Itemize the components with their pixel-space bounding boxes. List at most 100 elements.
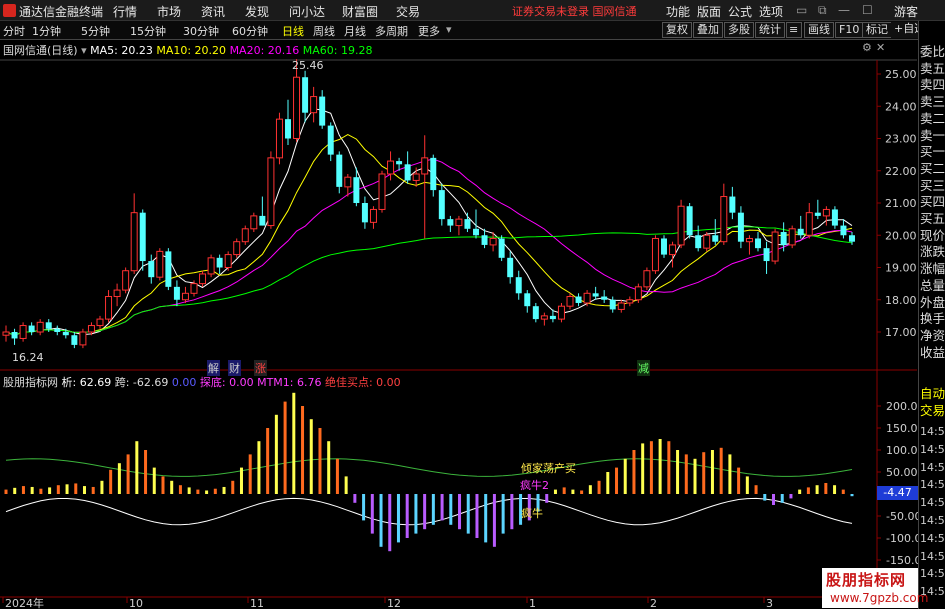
price-tick-label: 24.00: [885, 100, 917, 113]
candle-body-down: [729, 196, 736, 213]
indicator-bar-positive: [702, 452, 706, 494]
indicator-bar-negative: [414, 494, 418, 534]
indicator-bar-positive: [588, 485, 592, 494]
candle-body-up: [250, 215, 258, 230]
quote-field-label: 净资: [920, 327, 945, 343]
indicator-bar-positive: [841, 489, 845, 494]
candle-body-down: [11, 332, 18, 339]
indicator-bar-positive: [74, 483, 78, 494]
indicator-bar-positive: [318, 428, 322, 494]
candle-body-up: [19, 325, 27, 339]
low-price-label: 16.24: [12, 351, 44, 364]
quote-field-label: 卖五: [920, 60, 945, 76]
candle-body-down: [797, 228, 804, 236]
indicator-bar-positive: [710, 450, 714, 494]
price-tick-label: 21.00: [885, 197, 917, 210]
candle-body-down: [601, 296, 608, 300]
indicator-bar-negative: [545, 494, 549, 503]
candle-body-down: [481, 235, 488, 245]
indicator-bar-positive: [344, 476, 348, 494]
indicator-bar-negative: [510, 494, 514, 530]
tick-time: 14:56: [920, 567, 945, 581]
indicator-bar-positive: [562, 487, 566, 494]
chart-canvas[interactable]: 25.00 24.00 23.00 22.00 21.00 20.00 19.00 18.00…: [0, 0, 918, 609]
candle-body-up: [87, 325, 95, 333]
ind-tick-label: 150.0: [886, 422, 918, 435]
candle-body-down: [216, 257, 223, 268]
event-marker-zhang[interactable]: 涨: [254, 360, 267, 376]
price-tick-label: 22.00: [885, 165, 917, 178]
candle-body-down: [524, 293, 531, 307]
indicator-bar-positive: [553, 489, 557, 494]
indicator-bar-negative: [431, 494, 435, 525]
indicator-bar-positive: [266, 428, 270, 494]
ind-tick-label: 50.00: [886, 466, 918, 479]
candle-body-down: [473, 228, 479, 236]
indicator-bar-positive: [283, 401, 287, 494]
indicator-bar-negative: [458, 494, 462, 530]
candle-body-up: [122, 270, 130, 291]
indicator-bar-positive: [309, 419, 313, 494]
candle-body-down: [575, 296, 582, 303]
quote-field-label: 买四: [920, 194, 945, 210]
right-panel-tab[interactable]: 自动: [920, 386, 945, 402]
quote-field-label: 现价: [920, 227, 945, 243]
indicator-bar-positive: [21, 486, 25, 494]
indicator-bar-negative: [772, 494, 776, 505]
indicator-bar-negative: [405, 494, 409, 538]
quote-field-label: 总量: [920, 277, 945, 293]
event-marker-jian[interactable]: 减: [637, 360, 650, 376]
candle-body-down: [737, 212, 744, 242]
indicator-bar-positive: [257, 441, 261, 494]
candle-body-up: [190, 283, 198, 294]
indicator-bar-negative: [789, 494, 793, 499]
quote-field-label: 卖一: [920, 127, 945, 143]
indicator-bar-positive: [248, 454, 252, 494]
candle-body-down: [661, 238, 667, 255]
indicator-bar-positive: [48, 487, 52, 494]
indicator-green-line: [5, 458, 853, 477]
indicator-bar-positive: [65, 484, 69, 494]
candle-body-up: [387, 160, 395, 175]
candle-body-up: [181, 292, 189, 301]
tick-time: 14:56: [920, 478, 945, 492]
quote-field-label: 涨跌: [920, 244, 945, 260]
candle-body-down: [54, 328, 61, 332]
candle-body-up: [788, 228, 796, 246]
candle-body-up: [105, 296, 113, 320]
candle-body-up: [130, 212, 138, 272]
indicator-bar-positive: [239, 467, 243, 494]
indicator-bar-positive: [693, 458, 697, 494]
event-marker-jie[interactable]: 解: [207, 360, 220, 376]
event-marker-cai[interactable]: 财: [228, 360, 241, 376]
indicator-bar-positive: [615, 467, 619, 494]
tick-time: 14:56: [920, 549, 945, 563]
candle-body-up: [617, 302, 625, 310]
ind-tick-label: 100.0: [886, 444, 918, 457]
candle-body-up: [113, 289, 121, 298]
indicator-bar-positive: [327, 441, 331, 494]
candle-body-up: [2, 331, 10, 336]
indicator-bar-positive: [117, 463, 121, 494]
candle-body-down: [71, 335, 78, 345]
quote-field-label: 卖三: [920, 94, 945, 110]
indicator-bar-negative: [850, 494, 854, 497]
candle-body-down: [285, 119, 291, 139]
indicator-bar-positive: [187, 487, 191, 494]
right-panel-tab[interactable]: 交易: [920, 403, 945, 419]
indicator-bar-positive: [301, 406, 305, 494]
quote-field-label: 买二: [920, 160, 945, 176]
date-tick-label: 2024年: [5, 596, 44, 609]
candle-body-up: [378, 173, 386, 210]
candle-body-up: [224, 254, 232, 269]
candle-body-down: [712, 235, 719, 242]
indicator-bar-negative: [423, 494, 427, 530]
candle-body-down: [755, 238, 761, 249]
candle-body-down: [62, 332, 69, 336]
price-tick-label: 19.00: [885, 262, 917, 275]
candle-body-down: [139, 212, 146, 262]
quote-field-label: 买五: [920, 211, 945, 226]
candle-body-up: [310, 96, 318, 114]
indicator-bar-negative: [379, 494, 383, 547]
indicator-bar-positive: [144, 450, 148, 494]
